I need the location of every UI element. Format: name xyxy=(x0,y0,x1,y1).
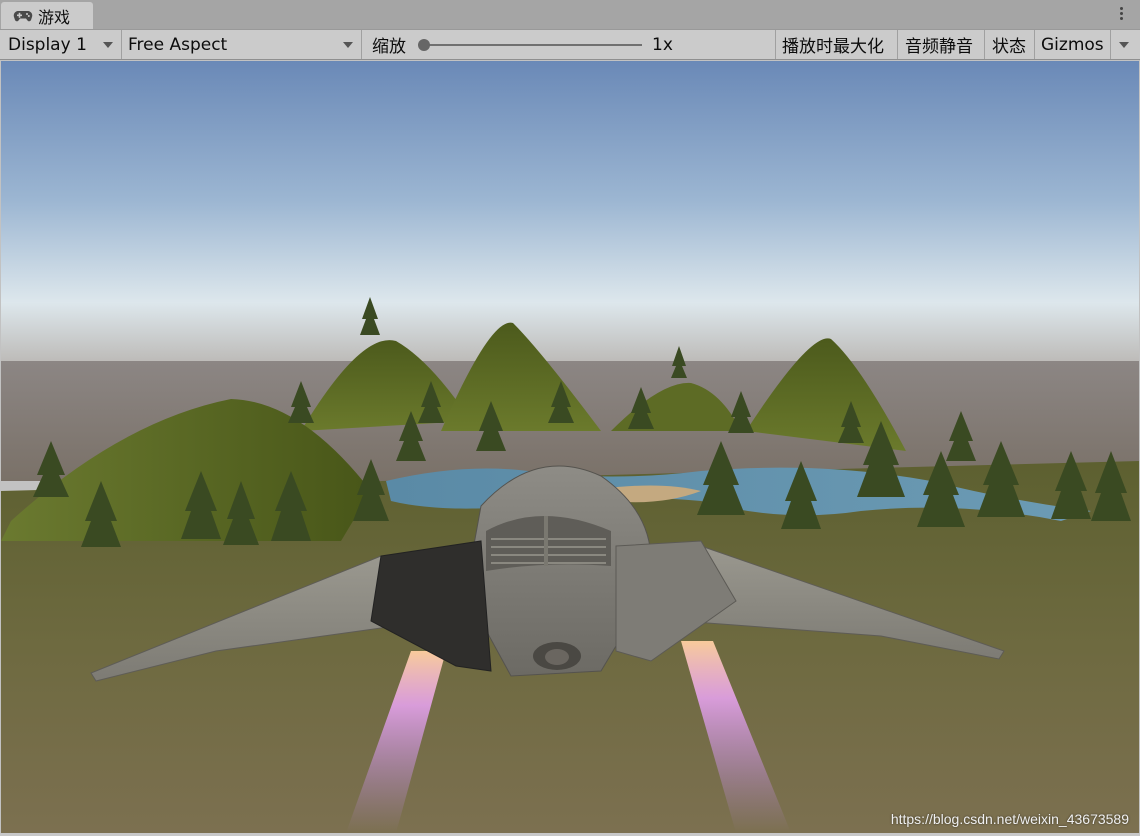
display-dropdown-label: Display 1 xyxy=(8,34,87,55)
mute-audio-toggle[interactable]: 音频静音 xyxy=(905,30,973,59)
divider xyxy=(775,30,776,59)
divider xyxy=(984,30,985,59)
more-options-icon[interactable] xyxy=(1120,7,1124,23)
scale-label: 缩放 xyxy=(372,30,406,59)
divider xyxy=(1034,30,1035,59)
chevron-down-icon xyxy=(103,42,113,48)
watermark-text: https://blog.csdn.net/weixin_43673589 xyxy=(890,811,1129,827)
divider xyxy=(361,30,362,59)
game-window: 游戏 Display 1 Free Aspect 缩放 1x 播放时最大化 音频… xyxy=(0,0,1140,836)
game-toolbar: Display 1 Free Aspect 缩放 1x 播放时最大化 音频静音 … xyxy=(0,30,1140,60)
chevron-down-icon xyxy=(343,42,353,48)
stats-toggle[interactable]: 状态 xyxy=(992,30,1026,59)
tab-title: 游戏 xyxy=(38,7,71,27)
divider xyxy=(121,30,122,59)
scale-slider-thumb[interactable] xyxy=(418,39,430,51)
tab-bar: 游戏 xyxy=(0,0,1140,30)
scale-slider-track[interactable] xyxy=(424,44,642,46)
gizmos-toggle[interactable]: Gizmos xyxy=(1041,30,1104,59)
gizmos-label: Gizmos xyxy=(1041,34,1104,55)
divider xyxy=(1110,30,1111,59)
stats-label: 状态 xyxy=(992,37,1026,57)
aspect-dropdown[interactable]: Free Aspect xyxy=(128,30,360,59)
scale-label-text: 缩放 xyxy=(372,37,406,57)
game-viewport[interactable]: https://blog.csdn.net/weixin_43673589 xyxy=(1,61,1139,833)
scale-value: 1x xyxy=(652,30,673,59)
maximize-on-play-label: 播放时最大化 xyxy=(782,37,884,57)
scale-value-text: 1x xyxy=(652,34,673,55)
aspect-dropdown-label: Free Aspect xyxy=(128,34,228,55)
maximize-on-play-toggle[interactable]: 播放时最大化 xyxy=(782,30,884,59)
divider xyxy=(897,30,898,59)
tab-game[interactable]: 游戏 xyxy=(1,2,93,29)
game-scene xyxy=(1,61,1139,833)
gamepad-icon xyxy=(13,10,33,21)
mute-audio-label: 音频静音 xyxy=(905,37,973,57)
gizmos-dropdown-icon[interactable] xyxy=(1119,42,1129,48)
